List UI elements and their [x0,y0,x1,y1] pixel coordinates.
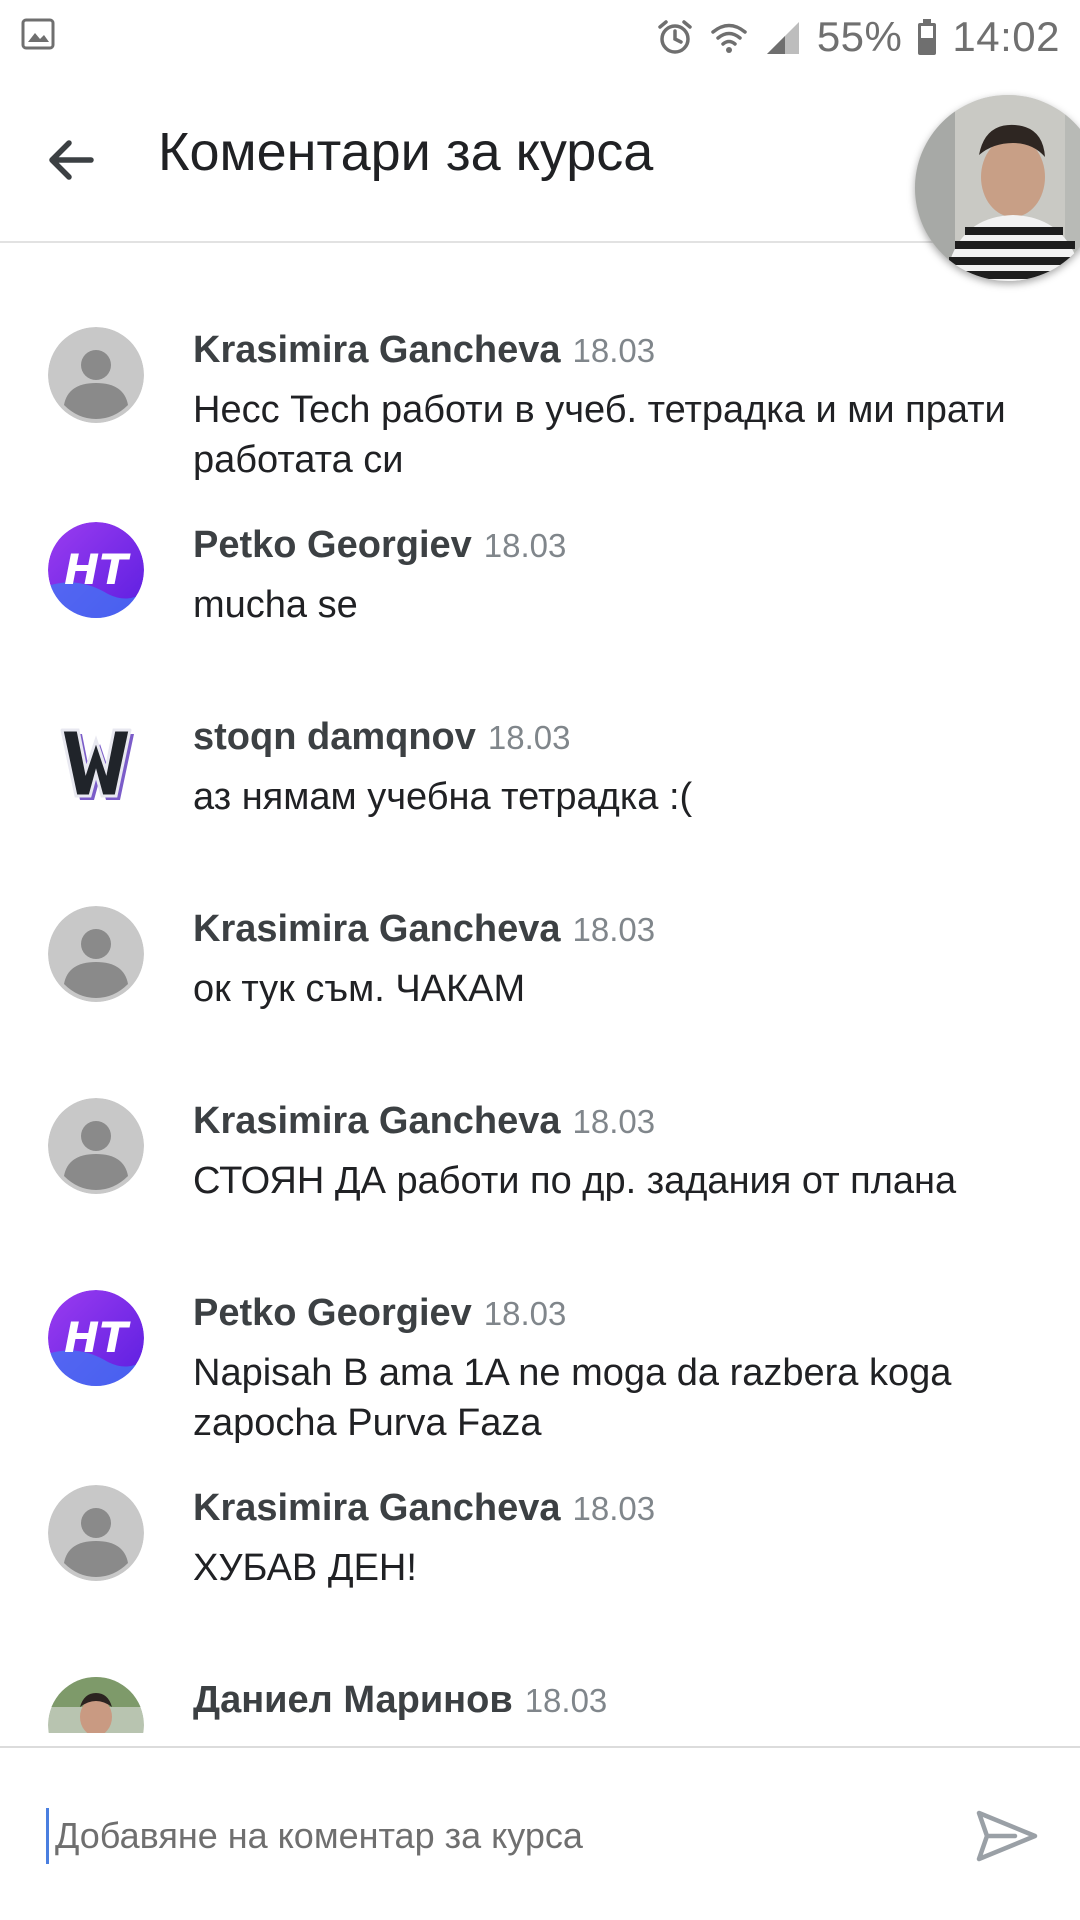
default-person-icon [48,1485,144,1581]
comment-text: ок тук съм. ЧАКАМ [193,968,526,1010]
user-photo-avatar [48,1677,144,1733]
default-person-icon [48,906,144,1002]
page-title: Коментари за курса [158,122,654,182]
comment-date: 18.03 [487,719,571,756]
comment-header: stoqn damqnov 18.03 [193,716,570,759]
comment-composer [0,1746,1080,1920]
comment-text: СТОЯН ДА работи по др. задания от плана [193,1160,957,1202]
comment-author: Petko Georgiev [193,524,472,566]
comment-author: Даниел Маринов [193,1679,513,1721]
comment-text: Napisah B ama 1A ne moga da razbera koga… [193,1352,952,1444]
comment-header: Krasimira Gancheva 18.03 [193,329,655,372]
status-bar: 55% 14:02 [0,0,1080,75]
arrow-back-icon [49,140,94,180]
comment-text: Несс Tech работи в учеб. тетрадка и ми п… [193,389,1006,481]
battery-icon [916,17,938,57]
comment-author: Krasimira Gancheva [193,908,561,950]
comment-header: Petko Georgiev 18.03 [193,1292,566,1335]
send-button[interactable] [972,1806,1042,1866]
comment-header: Krasimira Gancheva 18.03 [193,908,655,951]
comment-author: Krasimira Gancheva [193,329,561,371]
comment-date: 18.03 [524,1682,608,1719]
comment-header: Krasimira Gancheva 18.03 [193,1100,655,1143]
comment-list[interactable]: Krasimira Gancheva 18.03 Несс Tech работ… [0,243,1080,1733]
svg-text:HT: HT [64,1313,131,1362]
status-icons: 55% 14:02 [655,8,1060,66]
svg-text:HT: HT [64,545,131,594]
comment-date: 18.03 [572,911,656,948]
comment-date: 18.03 [572,1490,656,1527]
default-person-icon [48,327,144,423]
comment-input[interactable] [46,1808,935,1864]
comment-author: Petko Georgiev [193,1292,472,1334]
image-icon [20,16,56,52]
ht-logo-avatar: HT [48,522,144,618]
comment-author: Krasimira Gancheva [193,1100,561,1142]
comment-text: ХУБАВ ДЕН! [193,1547,417,1589]
comments-screen: 55% 14:02 Коментари за курса Krasimira G… [0,0,1080,1920]
signal-icon [763,17,803,57]
clock: 14:02 [952,13,1060,60]
wifi-icon [709,17,749,57]
ht-logo-avatar: HT [48,1290,144,1386]
comment-text: аз нямам учебна тетрадка :( [193,776,693,818]
battery-percent: 55% [816,13,903,60]
comment-text: mucha se [193,584,358,626]
app-bar: Коментари за курса [0,75,1080,281]
send-icon [976,1810,1038,1862]
comment-date: 18.03 [483,1295,567,1332]
comment-header: Petko Georgiev 18.03 [193,524,566,567]
comment-header: Krasimira Gancheva 18.03 [193,1487,655,1530]
w-logo-avatar [48,714,144,810]
comment-date: 18.03 [483,527,567,564]
default-person-icon [48,1098,144,1194]
back-button[interactable] [36,125,106,195]
comment-date: 18.03 [572,1103,656,1140]
alarm-icon [655,17,695,57]
comment-header: Даниел Маринов 18.03 [193,1679,607,1722]
comment-author: Krasimira Gancheva [193,1487,561,1529]
comment-author: stoqn damqnov [193,716,476,758]
comment-date: 18.03 [572,332,656,369]
